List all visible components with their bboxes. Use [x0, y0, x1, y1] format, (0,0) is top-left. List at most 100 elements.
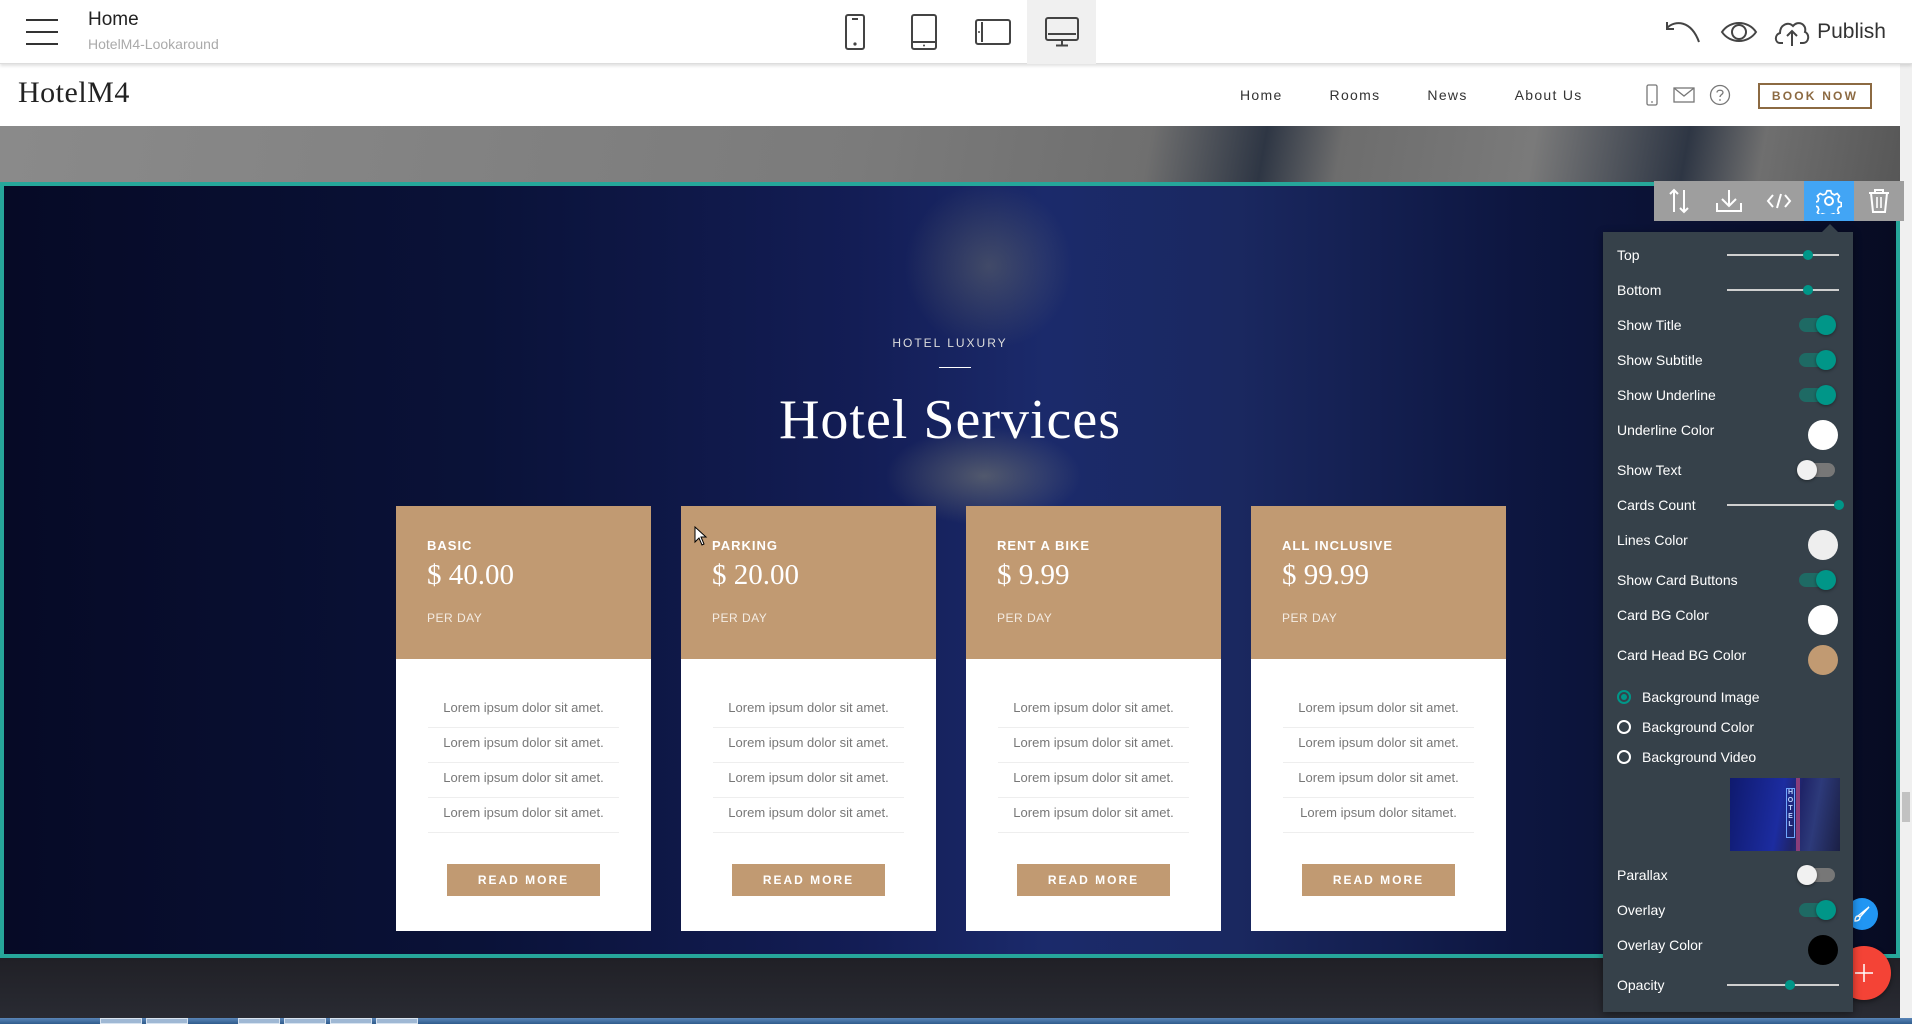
menu-hamburger-icon[interactable] — [26, 17, 58, 47]
radio-label[interactable]: Background Video — [1642, 749, 1853, 765]
taskbar-item[interactable] — [146, 1018, 188, 1024]
download-icon — [1716, 190, 1742, 212]
help-icon[interactable] — [1709, 84, 1731, 106]
card-line[interactable]: Lorem ipsum dolor sit amet. — [1283, 728, 1474, 763]
radio-label[interactable]: Background Image — [1642, 689, 1853, 705]
card-line[interactable]: Lorem ipsum dolor sit amet. — [998, 763, 1189, 798]
taskbar-item[interactable] — [284, 1018, 326, 1024]
background-video-radio[interactable] — [1617, 750, 1631, 764]
card-line[interactable]: Lorem ipsum dolor sit amet. — [998, 728, 1189, 763]
show-text-toggle[interactable] — [1797, 460, 1835, 480]
device-tablet-button[interactable] — [889, 0, 958, 64]
publish-button[interactable]: Publish — [1767, 0, 1912, 64]
card-price[interactable]: $ 99.99 — [1282, 559, 1506, 592]
card-head: BASIC $ 40.00 PER DAY — [396, 506, 651, 659]
overlay-color-swatch[interactable] — [1808, 935, 1838, 965]
nav-link-about-us[interactable]: About Us — [1515, 87, 1583, 103]
cards-count-slider[interactable] — [1727, 500, 1844, 510]
background-option[interactable]: Background Image — [1603, 682, 1853, 712]
card-line[interactable]: Lorem ipsum dolor sit amet. — [998, 693, 1189, 728]
card-price[interactable]: $ 40.00 — [427, 559, 651, 592]
slider-thumb[interactable] — [1784, 980, 1795, 990]
card-line[interactable]: Lorem ipsum dolor sit amet. — [428, 798, 619, 833]
nav-link-home[interactable]: Home — [1240, 87, 1283, 103]
setting-lines-color: Lines Color — [1603, 525, 1853, 560]
card-line[interactable]: Lorem ipsum dolor sit amet. — [1283, 693, 1474, 728]
show-underline-toggle[interactable] — [1799, 385, 1836, 405]
thumbnail-pole — [1796, 778, 1800, 851]
show-subtitle-toggle[interactable] — [1799, 350, 1836, 370]
overlay-toggle[interactable] — [1799, 900, 1836, 920]
card-line[interactable]: Lorem ipsum dolor sit amet. — [713, 693, 904, 728]
preview-button[interactable] — [1711, 0, 1767, 64]
scrollbar-thumb[interactable] — [1902, 792, 1910, 822]
read-more-button[interactable]: READ MORE — [1017, 864, 1170, 896]
page-title[interactable]: Home — [88, 9, 139, 31]
setting-show-title: Show Title — [1603, 310, 1853, 340]
radio-label[interactable]: Background Color — [1642, 719, 1853, 735]
card-line[interactable]: Lorem ipsum dolor sit amet. — [998, 798, 1189, 833]
card-period[interactable]: PER DAY — [1282, 611, 1506, 625]
card-bg-color-swatch[interactable] — [1808, 605, 1838, 635]
block-settings-button[interactable] — [1804, 181, 1854, 221]
card-line[interactable]: Lorem ipsum dolor sit amet. — [428, 728, 619, 763]
slider-thumb[interactable] — [1834, 500, 1844, 510]
show-title-toggle[interactable] — [1799, 315, 1836, 335]
background-image-radio[interactable] — [1617, 690, 1631, 704]
card-line[interactable]: Lorem ipsum dolor sitamet. — [1283, 798, 1474, 833]
card-head: ALL INCLUSIVE $ 99.99 PER DAY — [1251, 506, 1506, 659]
delete-block-button[interactable] — [1854, 181, 1904, 221]
bottom-padding-slider[interactable] — [1727, 285, 1839, 295]
mail-icon[interactable] — [1673, 87, 1695, 103]
lines-color-swatch[interactable] — [1808, 530, 1838, 560]
undo-button[interactable] — [1655, 0, 1711, 64]
taskbar-item[interactable] — [330, 1018, 372, 1024]
underline-color-swatch[interactable] — [1808, 420, 1838, 450]
card-name[interactable]: RENT A BIKE — [997, 538, 1221, 553]
taskbar-item[interactable] — [100, 1018, 142, 1024]
background-image-thumbnail[interactable]: HOTEL — [1730, 778, 1840, 851]
setting-card-bg-color: Card BG Color — [1603, 600, 1853, 635]
opacity-slider[interactable] — [1727, 980, 1839, 990]
edit-code-button[interactable] — [1754, 181, 1804, 221]
taskbar-item[interactable] — [376, 1018, 418, 1024]
background-color-radio[interactable] — [1617, 720, 1631, 734]
top-padding-slider[interactable] — [1727, 250, 1839, 260]
slider-thumb[interactable] — [1802, 285, 1813, 295]
book-now-button[interactable]: BOOK NOW — [1758, 83, 1872, 109]
show-card-buttons-toggle[interactable] — [1799, 570, 1836, 590]
slider-thumb[interactable] — [1802, 250, 1813, 260]
desktop-icon — [1044, 17, 1079, 47]
card-price[interactable]: $ 20.00 — [712, 559, 936, 592]
card-line[interactable]: Lorem ipsum dolor sit amet. — [428, 693, 619, 728]
card-period[interactable]: PER DAY — [712, 611, 936, 625]
save-block-button[interactable] — [1704, 181, 1754, 221]
card-name[interactable]: ALL INCLUSIVE — [1282, 538, 1506, 553]
card-name[interactable]: BASIC — [427, 538, 651, 553]
card-line[interactable]: Lorem ipsum dolor sit amet. — [713, 763, 904, 798]
card-line[interactable]: Lorem ipsum dolor sit amet. — [713, 798, 904, 833]
device-desktop-button[interactable] — [1027, 0, 1096, 64]
read-more-button[interactable]: READ MORE — [1302, 864, 1455, 896]
card-price[interactable]: $ 9.99 — [997, 559, 1221, 592]
read-more-button[interactable]: READ MORE — [732, 864, 885, 896]
read-more-button[interactable]: READ MORE — [447, 864, 600, 896]
card-head-bg-color-swatch[interactable] — [1808, 645, 1838, 675]
background-option[interactable]: Background Color — [1603, 712, 1853, 742]
card-period[interactable]: PER DAY — [997, 611, 1221, 625]
card-line[interactable]: Lorem ipsum dolor sit amet. — [428, 763, 619, 798]
move-block-button[interactable] — [1654, 181, 1704, 221]
card-period[interactable]: PER DAY — [427, 611, 651, 625]
card-line[interactable]: Lorem ipsum dolor sit amet. — [1283, 763, 1474, 798]
card-name[interactable]: PARKING — [712, 538, 936, 553]
taskbar-item[interactable] — [238, 1018, 280, 1024]
site-logo[interactable]: HotelM4 — [18, 76, 130, 110]
device-tablet-landscape-button[interactable] — [958, 0, 1027, 64]
card-line[interactable]: Lorem ipsum dolor sit amet. — [713, 728, 904, 763]
parallax-toggle[interactable] — [1797, 865, 1835, 885]
nav-link-rooms[interactable]: Rooms — [1330, 87, 1381, 103]
device-mobile-button[interactable] — [820, 0, 889, 64]
phone-icon[interactable] — [1645, 84, 1659, 106]
nav-link-news[interactable]: News — [1427, 87, 1467, 103]
background-option[interactable]: Background Video — [1603, 742, 1853, 772]
